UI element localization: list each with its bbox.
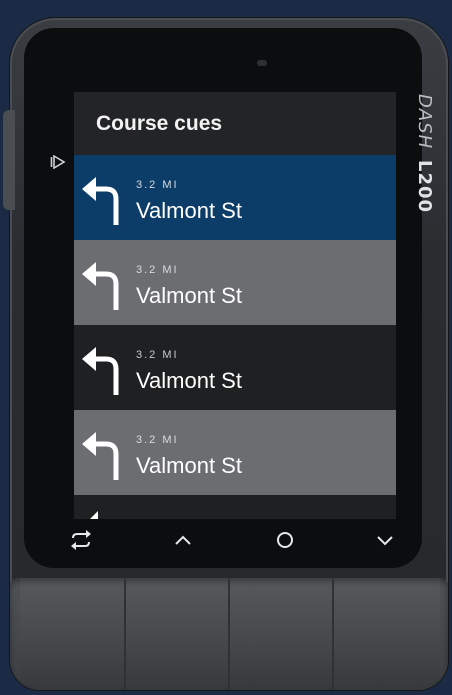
side-arrow-icon	[50, 155, 66, 169]
cue-row[interactable]: 3.2 MI Valmont St	[74, 410, 396, 495]
loop-icon[interactable]	[68, 527, 94, 553]
camera-sensor	[257, 60, 267, 66]
cue-distance: 3.2 MI	[136, 349, 179, 361]
cue-row[interactable]: 3.2 MI Valmont St	[74, 325, 396, 410]
left-turn-icon	[82, 177, 119, 225]
side-button[interactable]	[3, 110, 15, 210]
nav-bar	[50, 525, 410, 555]
cue-row-partial[interactable]	[74, 499, 396, 519]
cue-distance: 3.2 MI	[136, 179, 179, 191]
left-turn-icon	[90, 511, 98, 519]
bumper-rib	[124, 578, 230, 690]
cue-distance: 3.2 MI	[136, 264, 179, 276]
brand-label: DASH L200	[395, 94, 435, 234]
cue-row[interactable]: 3.2 MI Valmont St	[74, 155, 396, 240]
screen: Course cues 3.2 MI Valmont St 3.2 MI Val…	[74, 92, 396, 519]
screen-header: Course cues	[74, 92, 396, 155]
bumper-rib	[20, 578, 124, 690]
left-turn-icon	[82, 347, 119, 395]
left-turn-icon	[82, 432, 119, 480]
bottom-bumper	[10, 578, 448, 690]
page-title: Course cues	[96, 112, 223, 135]
cue-street: Valmont St	[136, 198, 242, 223]
cue-street: Valmont St	[136, 368, 242, 393]
bumper-rib	[332, 578, 440, 690]
brand-line1: DASH	[414, 94, 435, 150]
cue-street: Valmont St	[136, 283, 242, 308]
brand-line2: L200	[414, 159, 435, 213]
chevron-up-icon[interactable]	[170, 527, 196, 553]
left-turn-icon	[82, 262, 119, 310]
circle-icon[interactable]	[272, 527, 298, 553]
cue-row[interactable]: 3.2 MI Valmont St	[74, 240, 396, 325]
cue-street: Valmont St	[136, 453, 242, 478]
cue-distance: 3.2 MI	[136, 434, 179, 446]
chevron-down-icon[interactable]	[372, 527, 398, 553]
bumper-rib	[228, 578, 334, 690]
